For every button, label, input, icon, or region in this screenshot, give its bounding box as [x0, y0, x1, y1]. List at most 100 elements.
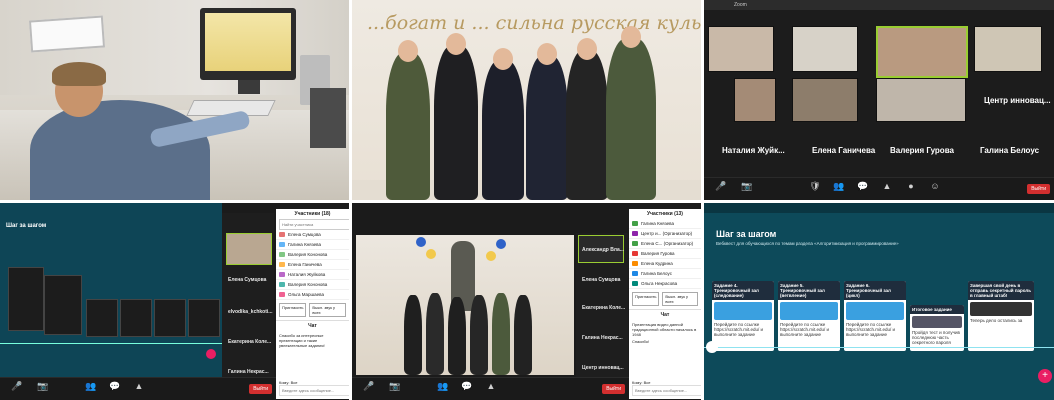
chat-input[interactable]: [632, 385, 701, 396]
share-screen-button[interactable]: ▲: [876, 181, 898, 191]
girl-6: [606, 38, 656, 200]
monitor-screen: [205, 13, 291, 71]
participant-row[interactable]: Центр и... (Организатор): [629, 229, 701, 239]
leave-meeting-button[interactable]: Выйти: [1027, 184, 1050, 194]
search-input[interactable]: [279, 219, 349, 230]
chat-button[interactable]: 💬: [852, 181, 874, 192]
participant-row[interactable]: Елена С... (Организатор): [629, 239, 701, 249]
task-card-body: Пройдя тест и получив последнюю часть се…: [912, 330, 960, 345]
participant-row[interactable]: Ольга Маршаева: [276, 290, 349, 300]
leave-meeting-button[interactable]: Выйти: [249, 384, 272, 394]
face: [577, 38, 597, 60]
girl: [404, 295, 422, 375]
balloon: [486, 251, 496, 261]
video-button[interactable]: 📷: [384, 381, 406, 392]
chat-button[interactable]: 💬: [104, 381, 126, 392]
participants-button[interactable]: 👥: [432, 381, 454, 392]
record-button[interactable]: ●: [900, 181, 922, 191]
share-screen-button[interactable]: ▲: [480, 381, 502, 391]
face: [493, 48, 513, 70]
chat-title: Чат: [276, 320, 349, 331]
task-card[interactable]: Итоговое задание Пройдя тест и получив п…: [910, 305, 964, 351]
chat-button[interactable]: 💬: [456, 381, 478, 392]
reactions-button[interactable]: ☺: [924, 181, 946, 191]
slide-heading: Шаг за шагом: [6, 223, 47, 229]
participant-row[interactable]: Ольга Некрасова: [629, 279, 701, 289]
girl-2: [434, 45, 478, 200]
face: [537, 43, 557, 65]
participants-button[interactable]: 👥: [80, 381, 102, 392]
chat-input[interactable]: [279, 385, 349, 396]
zoom-shared-screen-with-participants: Шаг за шагом Елена Сумцова elvodika_kchk…: [0, 203, 349, 400]
mute-all-button[interactable]: Выкл. звук у всех: [662, 292, 698, 306]
participant-name-tile: Наталия Жуйк...: [722, 146, 785, 155]
side-name: Елена Сумцова: [228, 277, 267, 283]
invite-button[interactable]: Пригласить: [632, 292, 660, 306]
chat-message: Спасибо за интересные презентации и таки…: [279, 333, 325, 348]
prev-icon[interactable]: [706, 341, 718, 353]
participant-row[interactable]: Галина Князева: [276, 240, 349, 250]
participant-row[interactable]: Елена Кудрина: [629, 259, 701, 269]
mute-all-button[interactable]: Выкл. звук у всех: [309, 303, 346, 317]
window-tab[interactable]: Zoom: [734, 2, 747, 8]
participant-row[interactable]: Наталия Жуйкова: [276, 270, 349, 280]
security-button[interactable]: 🛡: [804, 181, 826, 192]
chat-title: Чат: [629, 309, 701, 320]
girl-5: [566, 50, 608, 200]
girl: [470, 295, 488, 375]
mute-button[interactable]: 🎤: [6, 381, 28, 392]
participant-row[interactable]: Валерия Кононова: [276, 250, 349, 260]
participant-row[interactable]: Елена Сумцова: [276, 230, 349, 240]
task-card-title: Итоговое задание: [910, 305, 964, 314]
face: [621, 26, 641, 48]
video-tile: [792, 78, 858, 122]
task-card[interactable]: Задание 4. Тренировочный зал (следование…: [712, 281, 774, 351]
side-name: Александр Вла...: [582, 247, 624, 253]
scratch-logo: [714, 302, 772, 320]
participant-row[interactable]: Валерия Кононова: [276, 280, 349, 290]
board-subtitle: Вебквест для обучающихся по темам раздел…: [716, 241, 899, 246]
add-post-icon[interactable]: +: [1038, 369, 1052, 383]
share-screen-button[interactable]: ▲: [128, 381, 150, 391]
zoom-toolbar: 🎤 📷 👥 💬 ▲ Выйти: [352, 377, 629, 400]
task-card[interactable]: Завершая свой день в отправь секретный п…: [968, 281, 1034, 351]
video-tile: [974, 26, 1042, 72]
balloon: [496, 239, 506, 249]
monitor: [200, 8, 296, 80]
mute-button[interactable]: 🎤: [358, 381, 380, 392]
task-card[interactable]: Задание 6. Тренировочный зал (цикл) Пере…: [844, 281, 906, 351]
window-titlebar: Zoom: [704, 0, 1054, 10]
participant-row[interactable]: Валерия Гурова: [629, 249, 701, 259]
task-card-body: Теперь дело остались за: [970, 318, 1023, 323]
video-button[interactable]: 📷: [736, 181, 758, 192]
slide-card: [8, 267, 44, 331]
video-tile: [792, 26, 858, 72]
leave-meeting-button[interactable]: Выйти: [602, 384, 625, 394]
participants-button[interactable]: 👥: [828, 181, 850, 192]
participant-row[interactable]: Елена Ганичева: [276, 260, 349, 270]
scratch-logo: [780, 302, 838, 320]
zoom-toolbar: 🎤 📷 🛡 👥 💬 ▲ ● ☺ Выйти: [704, 177, 1054, 200]
task-card-title: Завершая свой день в отправь секретный п…: [968, 281, 1034, 300]
zoom-shared-photo-with-participants: Александр Вла... Елена Сумцова Екатерина…: [352, 203, 701, 400]
invite-button[interactable]: Пригласить: [279, 303, 307, 317]
shared-photo: [356, 235, 574, 375]
side-video-strip: Александр Вла... Елена Сумцова Екатерина…: [576, 233, 628, 378]
side-video-strip: Елена Сумцова elvodika_kchkoti... Екатер…: [222, 213, 274, 378]
add-button-icon[interactable]: [206, 349, 216, 359]
photo-boy-at-computer: [0, 0, 349, 200]
participant-row[interactable]: Галина Князева: [629, 219, 701, 229]
participant-row[interactable]: Галина Белоус: [629, 269, 701, 279]
mute-button[interactable]: 🎤: [710, 181, 732, 192]
panel-title: Участники (13): [647, 211, 683, 217]
video-button[interactable]: 📷: [32, 381, 54, 392]
face: [398, 40, 418, 62]
video-thumb: [226, 233, 272, 265]
task-card-title: Задание 5. Тренировочный зал (ветвление): [778, 281, 840, 300]
task-image: [970, 302, 1032, 316]
task-card[interactable]: Задание 5. Тренировочный зал (ветвление)…: [778, 281, 840, 351]
scratch-logo: [846, 302, 904, 320]
side-name: Галина Некрас...: [582, 335, 623, 341]
side-name: Екатерина Коле...: [228, 339, 272, 345]
photo-group-of-girls: ...богат и ... сильна русская культура: [352, 0, 701, 200]
